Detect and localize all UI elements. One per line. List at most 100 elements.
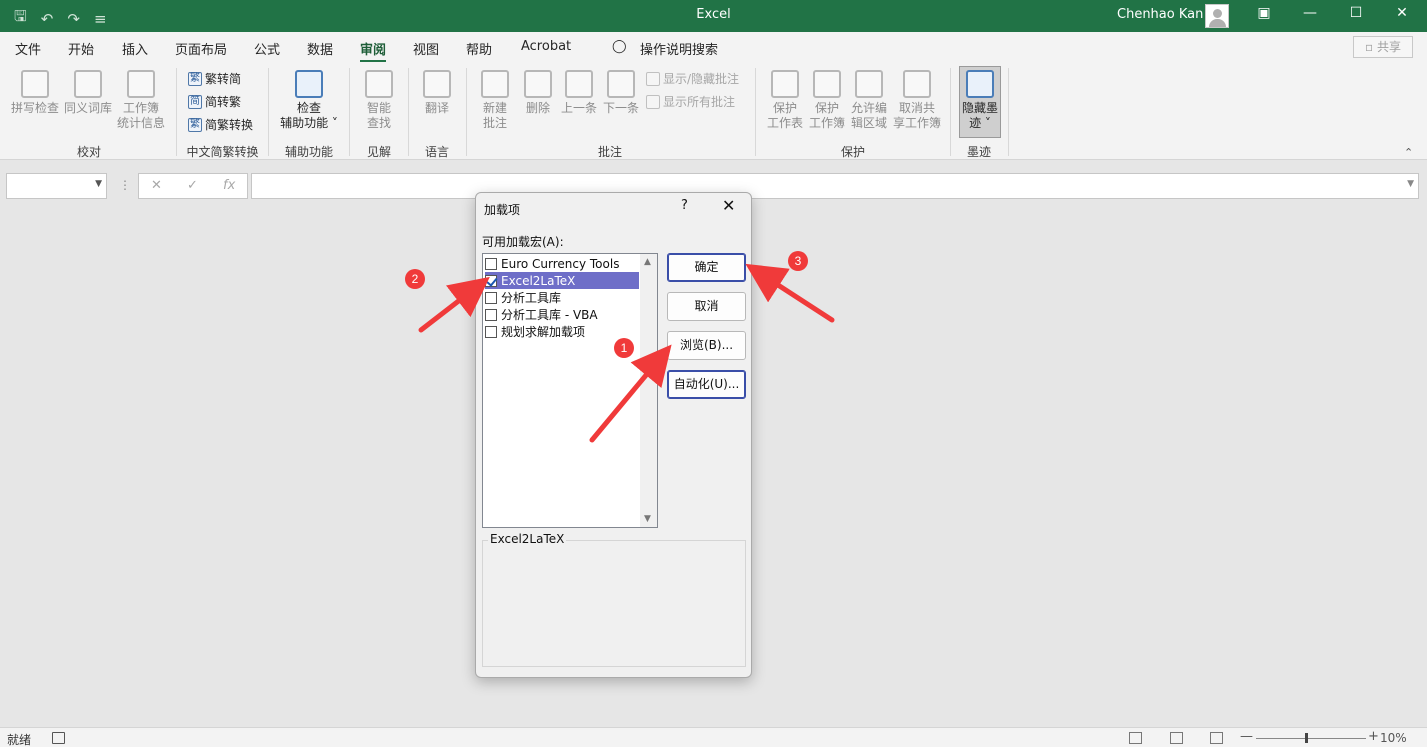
browse-button[interactable]: 浏览(B)...	[667, 331, 746, 360]
save-icon[interactable]: 🖫	[14, 6, 27, 31]
tab-formulas[interactable]: 公式	[254, 39, 280, 58]
cancel-icon[interactable]: ✕	[151, 178, 162, 193]
macro-record-icon[interactable]	[52, 732, 65, 744]
checkbox[interactable]	[485, 257, 497, 270]
zoom-out-icon[interactable]: —	[1240, 729, 1253, 744]
spelling-icon	[21, 70, 49, 98]
chinese-convert-button[interactable]: 繁简繁转换	[188, 116, 253, 133]
formula-input[interactable]: ▼	[251, 173, 1419, 199]
thesaurus-button[interactable]: 同义词库	[63, 70, 113, 116]
tab-page-layout[interactable]: 页面布局	[175, 39, 227, 58]
redo-icon[interactable]: ↷	[67, 10, 80, 28]
checkbox[interactable]	[485, 325, 497, 338]
normal-view-icon[interactable]	[1129, 732, 1142, 744]
s2t-icon: 简	[188, 94, 202, 109]
protect-workbook-button[interactable]: 保护 工作簿	[806, 70, 848, 131]
maximize-icon[interactable]: ☐	[1346, 5, 1366, 21]
page-layout-view-icon[interactable]	[1170, 732, 1183, 744]
expand-formula-icon[interactable]: ▼	[1407, 179, 1414, 189]
tab-data[interactable]: 数据	[307, 39, 333, 58]
zoom-in-icon[interactable]: +	[1368, 729, 1379, 744]
annotation-arrow-3	[745, 263, 835, 323]
addins-list[interactable]: Euro Currency Tools Excel2LaTeX 分析工具库 分析…	[482, 253, 658, 528]
help-button[interactable]: ?	[681, 198, 688, 213]
ok-button[interactable]: 确定	[667, 253, 746, 282]
tab-insert[interactable]: 插入	[122, 39, 148, 58]
delete-comment-button[interactable]: 删除	[518, 70, 558, 116]
list-item[interactable]: Excel2LaTeX	[485, 272, 639, 289]
minimize-icon[interactable]: —	[1300, 5, 1320, 21]
smart-lookup-button[interactable]: 智能 查找	[356, 70, 402, 131]
protect-sheet-icon	[771, 70, 799, 98]
zoom-slider[interactable]	[1256, 738, 1366, 739]
group-language: 语言	[424, 145, 449, 159]
comment-icon	[646, 71, 660, 86]
customize-icon[interactable]: ≡	[94, 10, 107, 28]
workbook-stats-button[interactable]: 工作簿 统计信息	[116, 70, 166, 131]
spelling-button[interactable]: 拼写检查	[10, 70, 60, 116]
list-scrollbar[interactable]: ▲ ▼	[640, 254, 657, 527]
status-ready: 就绪	[7, 733, 32, 747]
collapse-ribbon-icon[interactable]: ⌃	[1404, 146, 1413, 159]
next-comment-button[interactable]: 下一条	[601, 70, 641, 116]
undo-icon[interactable]: ↶	[41, 10, 54, 28]
t2s-button[interactable]: 繁繁转简	[188, 70, 241, 87]
list-item[interactable]: 规划求解加载项	[485, 323, 639, 340]
enter-icon[interactable]: ✓	[187, 178, 198, 193]
automation-button[interactable]: 自动化(U)...	[667, 370, 746, 399]
cancel-button[interactable]: 取消	[667, 292, 746, 321]
s2t-button[interactable]: 简简转繁	[188, 93, 241, 110]
unshare-icon	[903, 70, 931, 98]
new-comment-button[interactable]: 新建 批注	[474, 70, 516, 131]
tab-home[interactable]: 开始	[68, 39, 94, 58]
statistics-icon	[127, 70, 155, 98]
tab-view[interactable]: 视图	[413, 39, 439, 58]
list-item[interactable]: Euro Currency Tools	[485, 255, 639, 272]
previous-comment-button[interactable]: 上一条	[559, 70, 599, 116]
tab-review[interactable]: 审阅	[360, 39, 387, 63]
annotation-badge-1: 1	[614, 338, 634, 358]
share-button[interactable]: ▫ 共享	[1353, 36, 1413, 58]
protect-sheet-button[interactable]: 保护 工作表	[764, 70, 806, 131]
convert-icon: 繁	[188, 117, 202, 132]
group-chinese-conversion: 中文简繁转换	[186, 145, 259, 159]
tab-file[interactable]: 文件	[15, 39, 41, 58]
hide-ink-button[interactable]: 隐藏墨 迹 ˅	[959, 70, 1001, 131]
ribbon-display-icon[interactable]: ▣	[1254, 5, 1274, 21]
insert-function-icon[interactable]: fx	[223, 178, 235, 193]
translate-button[interactable]: 翻译	[414, 70, 460, 116]
scroll-down-icon[interactable]: ▼	[644, 514, 651, 524]
group-divider	[950, 68, 951, 156]
close-window-icon[interactable]: ✕	[1392, 5, 1412, 21]
accessibility-icon	[295, 70, 323, 98]
unshare-workbook-button[interactable]: 取消共 享工作簿	[890, 70, 944, 131]
zoom-level[interactable]: 10%	[1380, 731, 1407, 745]
group-divider	[349, 68, 350, 156]
ink-icon	[966, 70, 994, 98]
page-break-view-icon[interactable]	[1210, 732, 1223, 744]
dialog-title: 加载项	[484, 203, 521, 217]
check-accessibility-button[interactable]: 检查 辅助功能 ˅	[275, 70, 343, 131]
name-box[interactable]: ▼	[6, 173, 107, 199]
show-hide-comment-button[interactable]: 显示/隐藏批注	[646, 70, 739, 87]
list-item[interactable]: 分析工具库	[485, 289, 639, 306]
tab-acrobat[interactable]: Acrobat	[521, 39, 571, 54]
chevron-down-icon[interactable]: ▼	[95, 179, 102, 189]
edit-ranges-icon	[855, 70, 883, 98]
tab-help[interactable]: 帮助	[466, 39, 492, 58]
group-divider	[466, 68, 467, 156]
group-ink: 墨迹	[966, 145, 991, 159]
formula-buttons: ✕ ✓ fx	[138, 173, 248, 199]
list-item[interactable]: 分析工具库 - VBA	[485, 306, 639, 323]
show-all-comments-button[interactable]: 显示所有批注	[646, 93, 735, 110]
scroll-up-icon[interactable]: ▲	[644, 257, 651, 267]
checkbox[interactable]	[485, 308, 497, 321]
avatar[interactable]	[1205, 4, 1229, 28]
allow-edit-ranges-button[interactable]: 允许编 辑区域	[848, 70, 890, 131]
zoom-slider-handle[interactable]	[1305, 733, 1308, 743]
close-icon[interactable]: ✕	[722, 196, 735, 215]
tell-me-search[interactable]: 操作说明搜索	[640, 39, 718, 58]
user-name[interactable]: Chenhao Kan	[1117, 7, 1203, 22]
checkbox[interactable]	[485, 291, 497, 304]
checkbox[interactable]	[485, 274, 497, 287]
